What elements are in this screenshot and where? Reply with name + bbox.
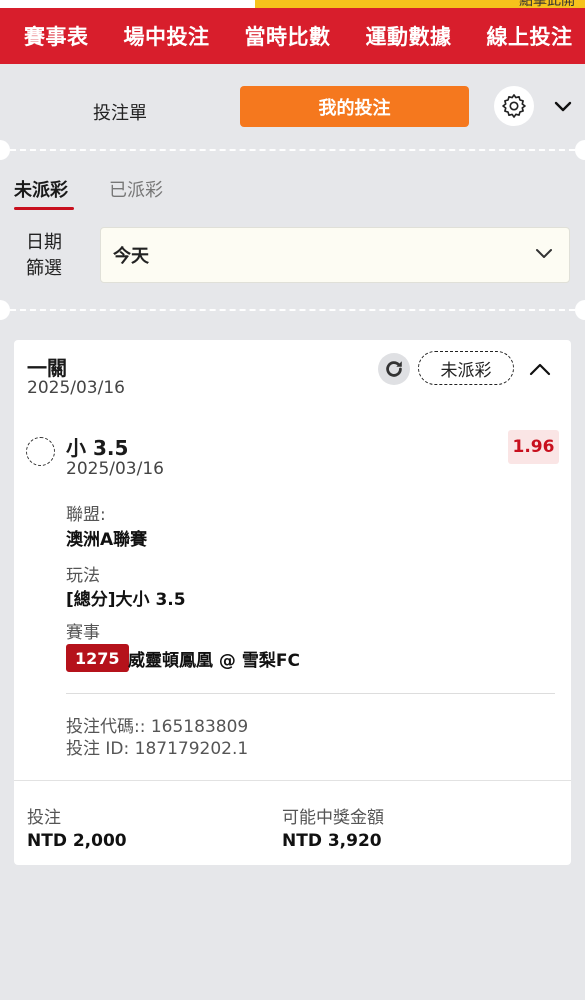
stake-label: 投注	[27, 808, 61, 828]
payout-value: NTD 3,920	[282, 831, 382, 851]
refresh-button[interactable]	[378, 353, 410, 385]
separator	[0, 149, 585, 151]
date-filter-label-line1: 日期	[26, 232, 62, 253]
chevron-down-icon	[554, 101, 572, 112]
nav-item-live-scores[interactable]: 當時比數	[221, 21, 342, 51]
odds-badge: 1.96	[508, 430, 559, 464]
selection-radio[interactable]	[26, 437, 55, 466]
tab-settled[interactable]: 已派彩	[109, 176, 163, 202]
date-filter-select[interactable]: 今天	[100, 227, 570, 283]
separator	[0, 309, 585, 311]
bet-id: 投注 ID: 187179202.1	[66, 739, 249, 759]
market-label: 玩法	[66, 566, 100, 586]
chevron-down-icon	[536, 249, 552, 258]
bet-card: 一關 2025/03/16 未派彩 小 3.5 2025/03/16 1.96 …	[14, 340, 571, 865]
tab-bet-slip[interactable]: 投注單	[60, 94, 180, 130]
stake-value: NTD 2,000	[27, 831, 127, 851]
chevron-up-icon[interactable]	[528, 360, 552, 378]
nav-item-in-play[interactable]: 場中投注	[100, 21, 221, 51]
bet-type: 一關	[27, 356, 67, 380]
active-tab-indicator	[14, 207, 74, 210]
gear-icon	[502, 94, 526, 118]
tab-my-bets[interactable]: 我的投注	[240, 86, 469, 127]
date-filter-value: 今天	[113, 246, 149, 267]
promo-strip[interactable]: 點擊此開	[255, 0, 585, 9]
event-id-badge: 1275	[66, 644, 129, 672]
league-value: 澳洲A聯賽	[66, 530, 148, 550]
status-badge: 未派彩	[418, 351, 514, 385]
top-strip: 點擊此開	[0, 0, 585, 9]
nav-item-online-betting[interactable]: 線上投注	[463, 21, 584, 51]
divider	[66, 693, 555, 694]
selection-name: 小 3.5	[66, 436, 129, 460]
date-filter-label: 日期 篩選	[26, 230, 72, 282]
bet-panel-tabs: 投注單 我的投注	[0, 84, 585, 140]
market-value: [總分]大小 3.5	[66, 590, 186, 610]
bet-date: 2025/03/16	[27, 378, 125, 398]
tab-unsettled[interactable]: 未派彩	[14, 176, 68, 202]
date-filter-label-line2: 篩選	[26, 258, 62, 279]
selection-date: 2025/03/16	[66, 459, 164, 479]
league-label: 聯盟:	[66, 505, 106, 525]
refresh-icon	[386, 361, 402, 377]
event-label: 賽事	[66, 623, 100, 643]
panel-collapse-button[interactable]	[550, 94, 576, 120]
nav-item-sports-data[interactable]: 運動數據	[342, 21, 463, 51]
settings-button[interactable]	[494, 86, 534, 126]
payout-label: 可能中獎金額	[282, 808, 384, 828]
bet-summary: 投注 NTD 2,000 可能中獎金額 NTD 3,920	[14, 780, 571, 865]
event-name: 威靈頓鳳凰 @ 雪梨FC	[128, 651, 300, 671]
nav-item-schedule[interactable]: 賽事表	[0, 21, 100, 51]
main-nav: 賽事表 場中投注 當時比數 運動數據 線上投注	[0, 8, 585, 64]
